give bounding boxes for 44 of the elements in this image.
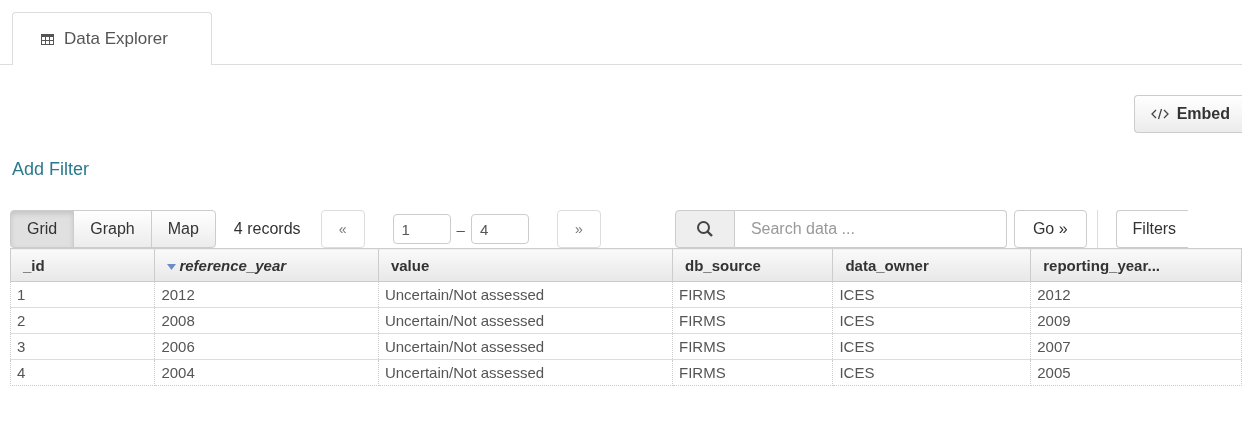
column-header[interactable]: data_owner xyxy=(832,248,1031,282)
to-field[interactable]: 4 xyxy=(470,214,529,244)
table-cell: ICES xyxy=(832,359,1031,386)
table-cell: 3 xyxy=(10,333,155,360)
column-header[interactable]: reporting_year... xyxy=(1030,248,1242,282)
table-cell: 2005 xyxy=(1030,359,1242,386)
table-cell: 2004 xyxy=(154,359,379,386)
table-cell: 2008 xyxy=(154,307,379,334)
table-cell: 1 xyxy=(10,281,155,308)
view-tab[interactable]: Map xyxy=(150,210,216,248)
table-cell: ICES xyxy=(832,333,1031,360)
table-cell: Uncertain/Not assessed xyxy=(378,307,673,334)
tab[interactable]: Data Explorer xyxy=(12,12,212,65)
record-count: 4 records xyxy=(233,220,301,238)
table-cell: 2007 xyxy=(1030,333,1242,360)
previous-page-button[interactable]: « xyxy=(320,210,365,248)
from-field[interactable]: 1 xyxy=(392,214,451,244)
table-cell: FIRMS xyxy=(672,307,833,334)
view-tab[interactable]: Grid xyxy=(10,210,75,248)
table-icon xyxy=(41,33,54,45)
column-header[interactable]: reference_year xyxy=(154,248,379,282)
search-field[interactable]: Search data ... xyxy=(734,210,1007,248)
go-button[interactable]: Go » xyxy=(1013,210,1087,248)
column-header[interactable]: value xyxy=(378,248,673,282)
table-cell: ICES xyxy=(832,307,1031,334)
table-cell: Uncertain/Not assessed xyxy=(378,333,673,360)
table-cell: 2009 xyxy=(1030,307,1242,334)
column-header[interactable]: db_source xyxy=(672,248,833,282)
search-icon xyxy=(674,210,735,248)
table-cell: Uncertain/Not assessed xyxy=(378,359,673,386)
sort-icon xyxy=(167,263,177,270)
range-separator: – xyxy=(456,220,465,238)
column-header[interactable]: _id xyxy=(10,248,155,282)
view-tab[interactable]: Graph xyxy=(73,210,152,248)
embed-button[interactable]: Embed xyxy=(1133,95,1242,133)
code-icon xyxy=(1150,107,1169,121)
table-cell: 2 xyxy=(10,307,155,334)
table-cell: 2006 xyxy=(154,333,379,360)
table-cell: 4 xyxy=(10,359,155,386)
add-filter-link[interactable]: Add Filter xyxy=(12,159,90,180)
next-page-button[interactable]: » xyxy=(556,210,601,248)
table-cell: FIRMS xyxy=(672,333,833,360)
filters-button[interactable]: Filters xyxy=(1115,210,1189,248)
table-cell: FIRMS xyxy=(672,359,833,386)
